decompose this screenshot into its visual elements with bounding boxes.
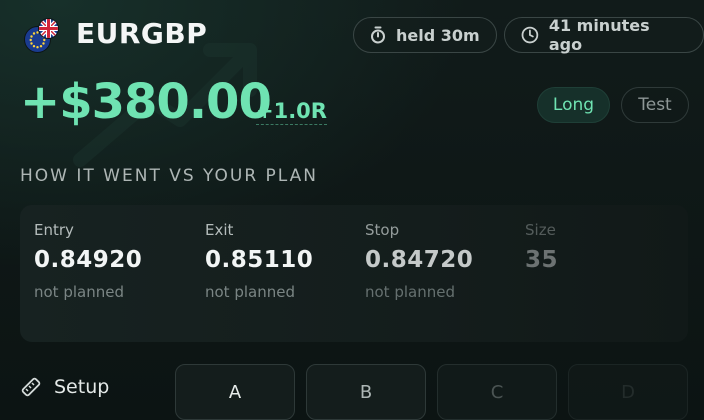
stat-note: not planned [365,283,455,301]
symbol-title: EURGBP [76,17,208,50]
setup-label: Setup [54,376,110,398]
currency-pair-flags [24,18,59,53]
stat-value: 35 [525,247,559,273]
stat-label: Exit [205,221,234,239]
stat-exit: Exit 0.85110 not planned [205,221,313,301]
stat-value: 0.85110 [205,247,314,273]
uk-flag-icon [38,18,59,39]
stat-label: Stop [365,221,400,239]
pnl-amount: +$380.00 [20,74,272,130]
clock-icon [521,26,539,44]
stat-note: not planned [34,283,124,301]
setup-option-c[interactable]: C [437,364,557,420]
stat-note: not planned [205,283,295,301]
held-duration-pill: held 30m [353,17,497,53]
stat-value: 0.84720 [365,247,474,273]
stat-value: 0.84920 [34,247,143,273]
time-ago-label: 41 minutes ago [548,16,650,54]
held-duration-label: held 30m [396,25,480,45]
plan-comparison-card: Entry 0.84920 not planned Exit 0.85110 n… [20,205,688,342]
stopwatch-icon [371,26,385,44]
time-ago-pill: 41 minutes ago [504,16,704,54]
setup-option-d[interactable]: D [568,364,688,420]
plan-section-title: HOW IT WENT VS YOUR PLAN [20,166,319,186]
setup-heading: Setup [20,376,109,398]
setup-option-b[interactable]: B [306,364,426,420]
ruler-icon [21,377,41,397]
stat-label: Entry [34,221,74,239]
stat-label: Size [525,221,556,239]
account-tag: Test [621,87,689,123]
stat-stop: Stop 0.84720 not planned [365,221,473,301]
direction-tag: Long [537,87,610,123]
setup-option-a[interactable]: A [175,364,295,420]
stat-size: Size 35 [525,221,558,273]
r-multiple[interactable]: +1.0R [256,99,327,125]
stat-entry: Entry 0.84920 not planned [34,221,142,301]
